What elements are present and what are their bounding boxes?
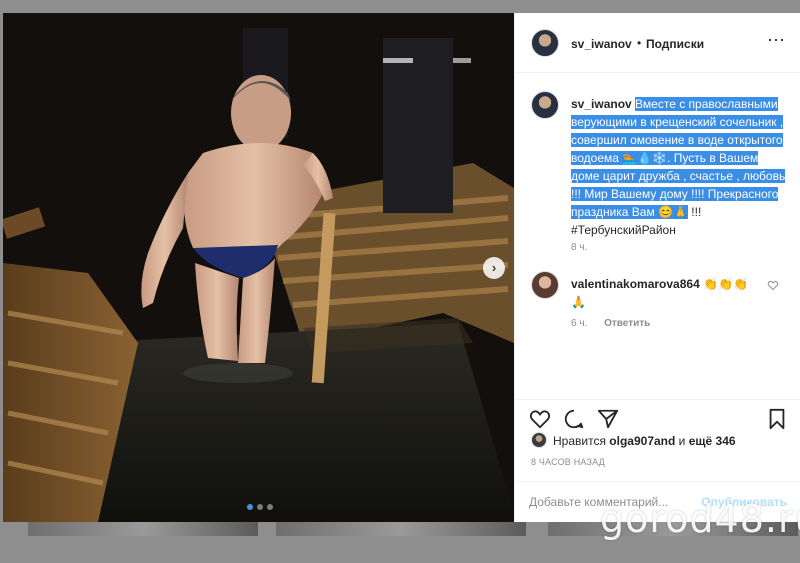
background-thumbnail[interactable] [28,521,258,536]
caption-username[interactable]: sv_iwanov [571,97,632,111]
reply-button[interactable]: Ответить [604,318,650,329]
post-caption: sv_iwanov Вместе с православными верующи… [571,95,786,239]
background-thumbnails [0,521,800,563]
share-send-icon[interactable] [597,408,619,430]
post-timestamp[interactable]: 8 ЧАСОВ НАЗАД [531,457,605,467]
background-thumbnail[interactable] [276,521,526,536]
post-media[interactable]: › [3,13,514,522]
likes-count[interactable]: ещё 346 [689,434,736,448]
likes-prefix: Нравится [553,434,606,448]
carousel-dot [267,504,273,510]
carousel-dot [257,504,263,510]
following-button[interactable]: Подписки [646,37,704,51]
header-separator: • [637,36,642,50]
caption-time: 8 ч. [571,242,588,253]
next-slide-button[interactable]: › [483,257,505,279]
comment-input[interactable] [529,493,699,511]
caption-author-avatar[interactable] [531,91,559,119]
publish-button[interactable]: Опубликовать [701,495,787,509]
liker-avatar[interactable] [531,432,547,448]
post-header: sv_iwanov • Подписки ⋯ [515,13,800,73]
add-comment-bar: Опубликовать [515,481,800,522]
comment-bubble-icon[interactable] [563,408,585,430]
commenter-username[interactable]: valentinakomarova864 [571,277,700,291]
likes-summary[interactable]: Нравится olga907and и ещё 346 [531,432,791,450]
comments-area: sv_iwanov Вместе с православными верующи… [515,74,800,400]
author-avatar[interactable] [531,29,559,57]
caption-text-selected: Вместе с православными верующими в креще… [571,97,786,219]
more-horizontal-icon[interactable]: ⋯ [767,31,786,49]
carousel-dot-active [247,504,253,510]
post-photo [3,13,514,522]
likes-text: Нравится olga907and и ещё 346 [553,434,736,448]
comment-time: 6 ч. [571,318,588,329]
likes-middle: и [678,434,686,448]
like-heart-icon[interactable] [529,408,551,430]
comment-like-heart-icon[interactable] [767,279,779,291]
post-side-panel: sv_iwanov • Подписки ⋯ sv_iwanov Вместе … [514,13,800,522]
bookmark-icon[interactable] [766,408,788,430]
comment-meta: 6 ч. Ответить [571,318,650,329]
comment-item: valentinakomarova864 👏👏👏 🙏 [571,275,761,311]
background-thumbnail[interactable] [548,521,798,536]
liker-username[interactable]: olga907and [609,434,675,448]
post-modal: › sv_iwanov • Подписки ⋯ sv_iwanov Вмест… [3,13,800,522]
carousel-indicator [247,504,273,510]
author-username[interactable]: sv_iwanov [571,37,632,51]
commenter-avatar[interactable] [531,271,559,299]
